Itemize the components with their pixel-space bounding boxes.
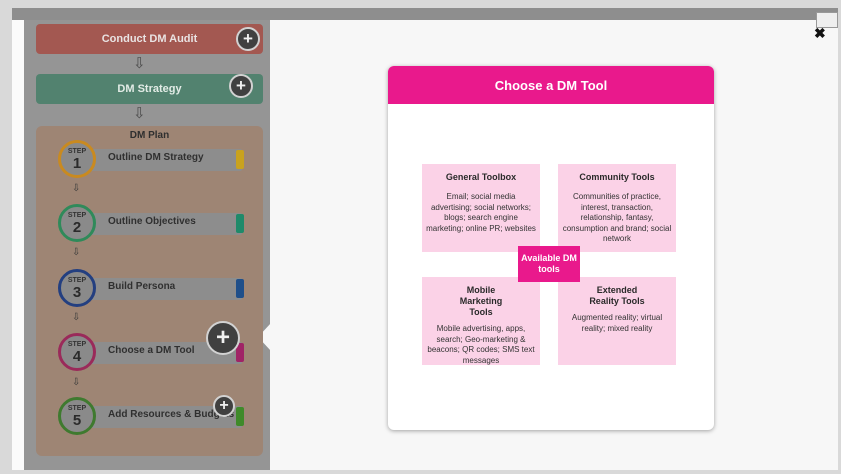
step-3-item[interactable]: STEP 3 Build Persona — [58, 269, 244, 307]
strategy-plus-icon[interactable]: + — [229, 74, 253, 98]
choose-tool-plus-icon[interactable]: + — [206, 321, 240, 355]
tile-mobile-marketing: Mobile Marketing Tools Mobile advertisin… — [422, 277, 540, 365]
tile-desc: Communities of practice, interest, trans… — [562, 192, 672, 243]
step-2-item[interactable]: STEP 2 Outline Objectives — [58, 204, 244, 242]
audit-plus-icon[interactable]: + — [236, 27, 260, 51]
tile-extended-reality: Extended Reality Tools Augmented reality… — [558, 277, 676, 365]
plus-glyph: + — [219, 397, 229, 414]
tile-desc: Email; social media advertising; social … — [426, 192, 536, 233]
step-1-item[interactable]: STEP 1 Outline DM Strategy — [58, 140, 244, 178]
resources-plus-icon[interactable]: + — [213, 395, 235, 417]
tile-title: General Toolbox — [445, 172, 517, 182]
step-label: Outline DM Strategy — [108, 152, 204, 163]
available-tools-badge: Available DM tools — [518, 246, 580, 282]
step-label: Build Persona — [108, 281, 176, 292]
step-tab — [236, 150, 244, 169]
down-arrow-icon: ⇩ — [72, 183, 81, 194]
close-icon: ✖ — [814, 25, 826, 41]
down-arrow-icon: ⇩ — [72, 312, 81, 323]
tile-title: Extended Reality Tools — [589, 285, 645, 306]
tile-community-tools: Community Tools Communities of practice,… — [558, 164, 676, 252]
step-label: Outline Objectives — [108, 216, 196, 227]
step-tab — [236, 279, 244, 298]
dm-strategy-label: DM Strategy — [117, 83, 182, 95]
tile-general-toolbox: General Toolbox Email; social media adve… — [422, 164, 540, 252]
down-arrow-icon: ⇩ — [133, 105, 146, 122]
tile-desc: Augmented reality; virtual reality; mixe… — [571, 313, 663, 333]
conduct-audit-label: Conduct DM Audit — [101, 33, 198, 45]
step-badge: STEP 5 — [58, 397, 96, 435]
tile-desc: Mobile advertising, apps, search; Geo-ma… — [427, 324, 535, 365]
step-tab — [236, 214, 244, 233]
step-badge: STEP 2 — [58, 204, 96, 242]
down-arrow-icon: ⇩ — [133, 55, 146, 72]
conduct-audit-button[interactable]: Conduct DM Audit — [36, 24, 263, 54]
step-tab — [236, 407, 244, 426]
down-arrow-icon: ⇩ — [72, 247, 81, 258]
plus-glyph: + — [243, 29, 253, 48]
dm-tool-card: Choose a DM Tool General Toolbox Email; … — [388, 66, 714, 430]
step-label: Choose a DM Tool — [108, 345, 195, 356]
plus-glyph: + — [215, 324, 230, 351]
step-badge: STEP 3 — [58, 269, 96, 307]
tile-title: Community Tools — [579, 172, 655, 182]
step-badge: STEP 1 — [58, 140, 96, 178]
step-badge: STEP 4 — [58, 333, 96, 371]
tile-title: Mobile Marketing Tools — [459, 285, 503, 317]
card-title: Choose a DM Tool — [388, 66, 714, 104]
top-bar — [12, 8, 838, 20]
plus-glyph: + — [236, 76, 246, 95]
close-button[interactable]: ✖ — [814, 12, 838, 41]
down-arrow-icon: ⇩ — [72, 377, 81, 388]
